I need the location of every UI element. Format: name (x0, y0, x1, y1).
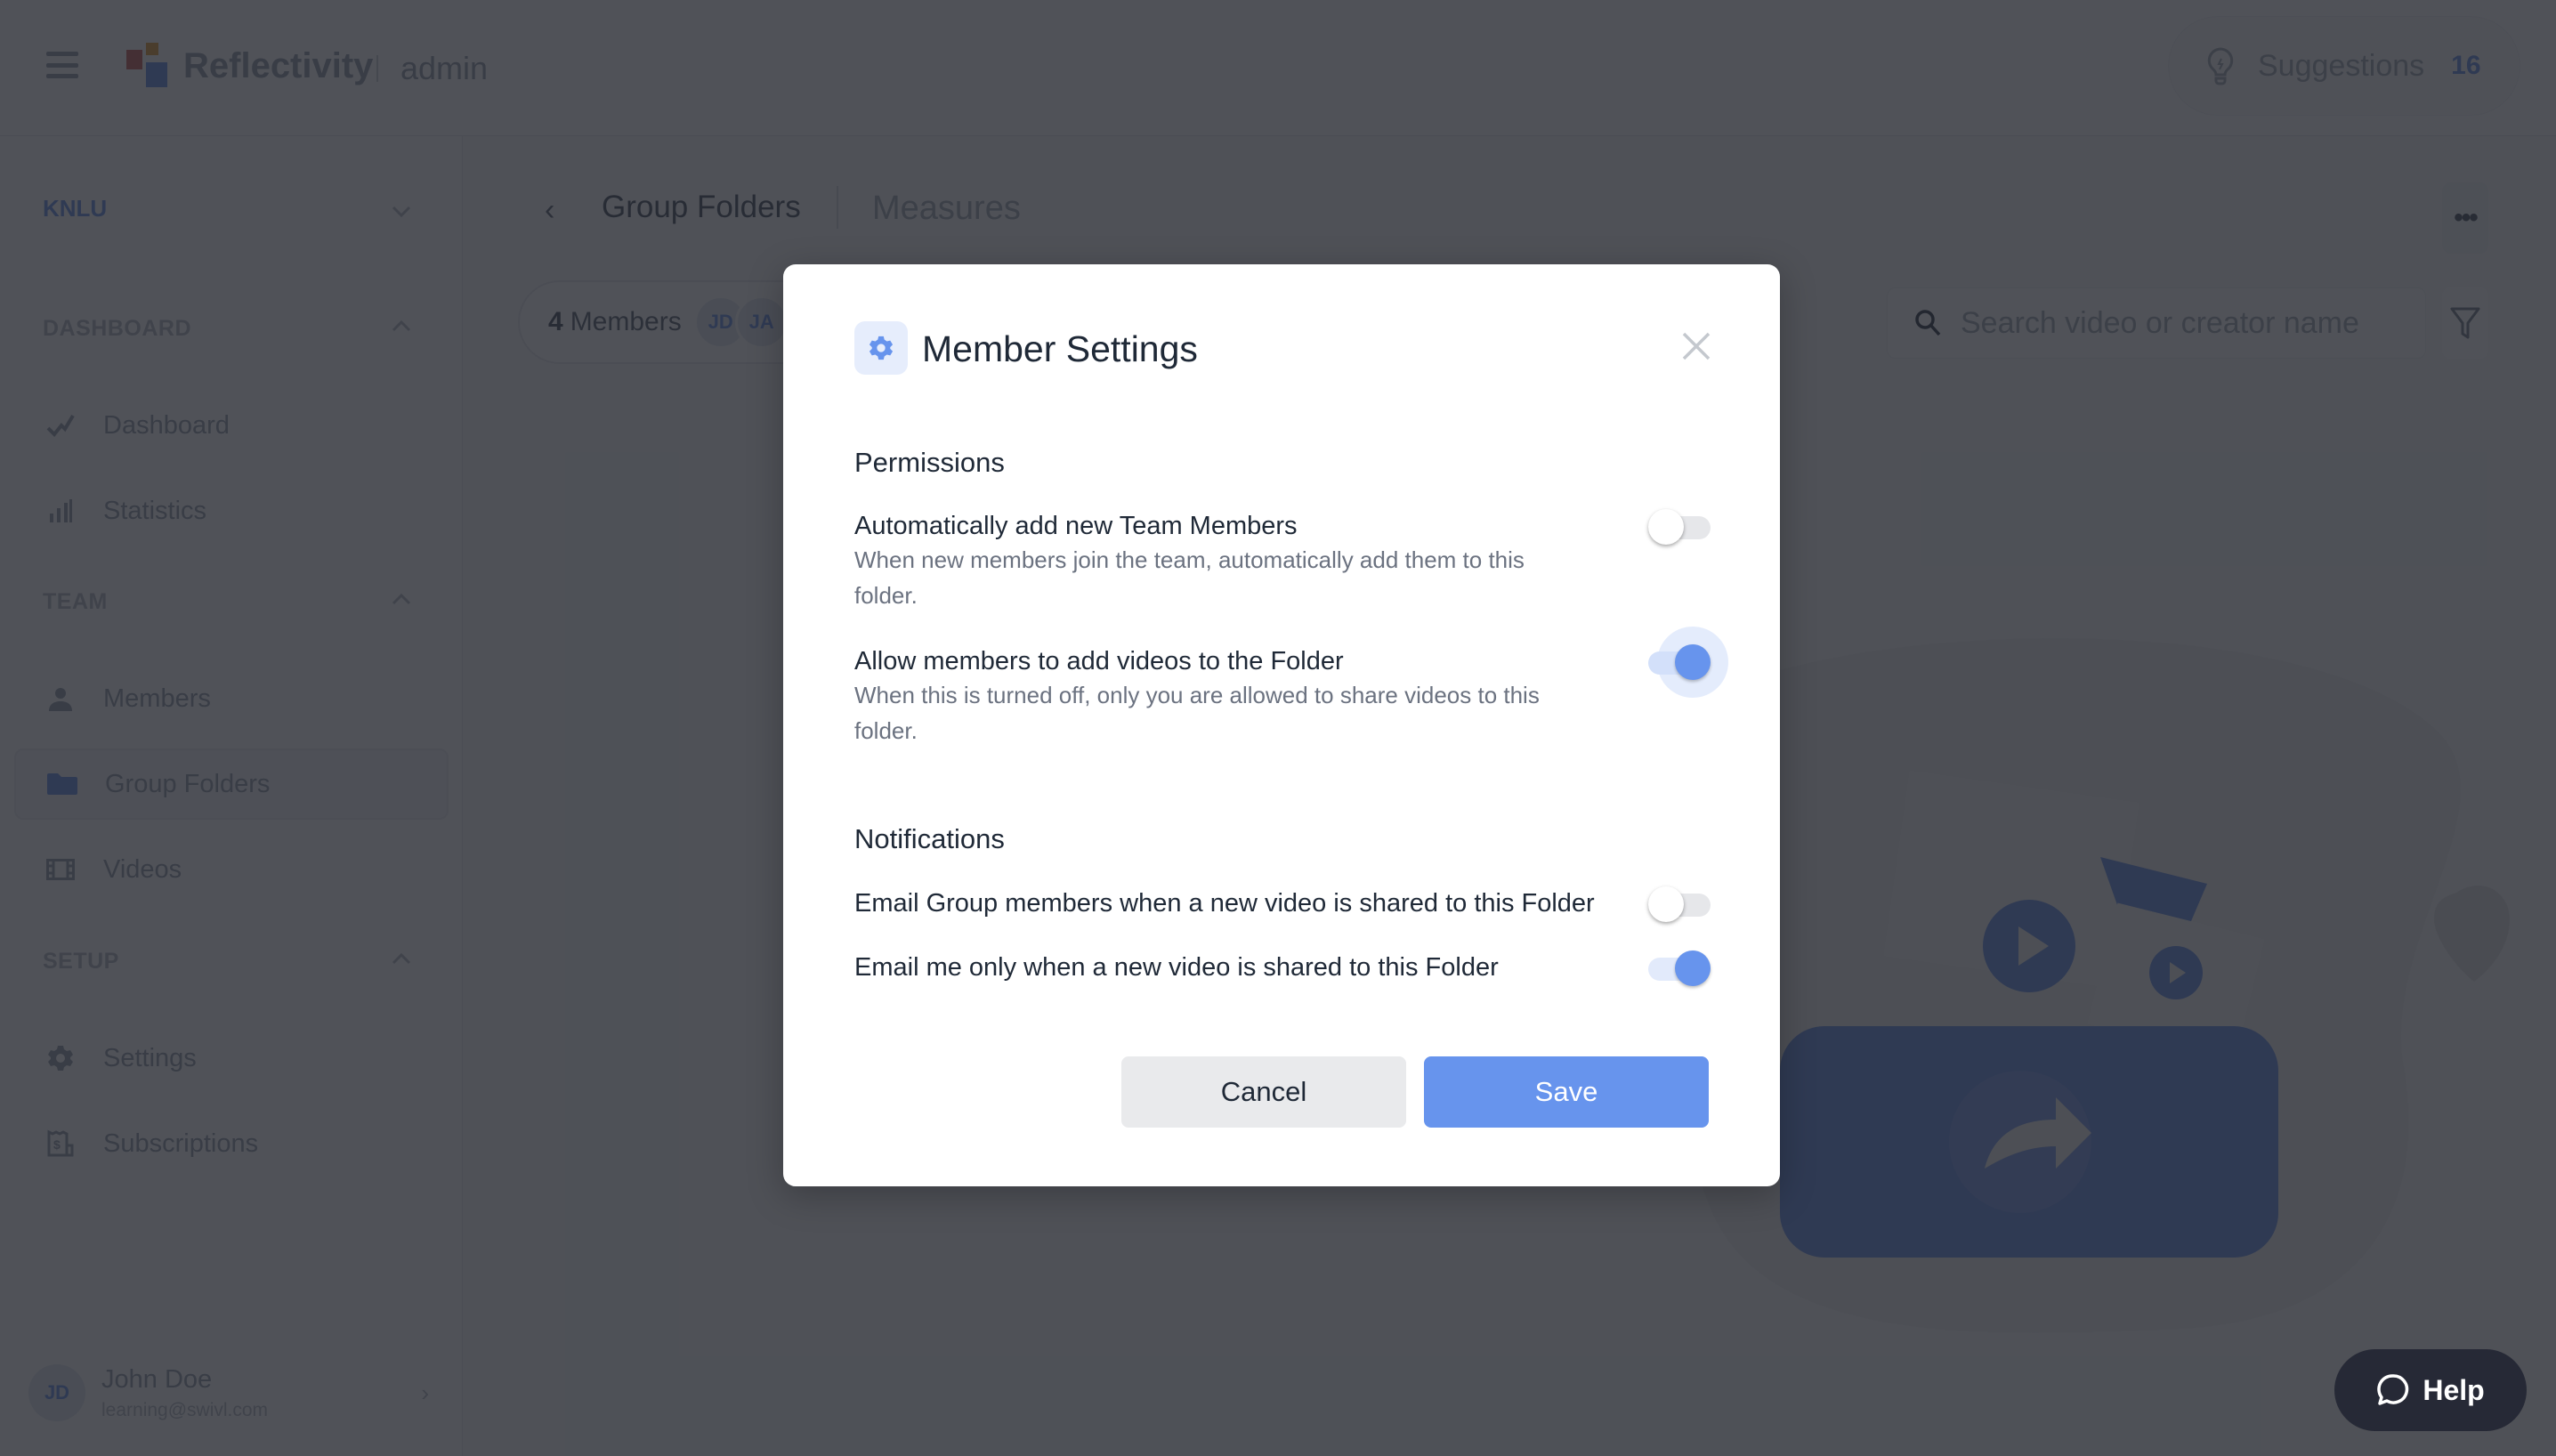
setting-title: Email Group members when a new video is … (854, 889, 1595, 918)
save-button[interactable]: Save (1424, 1056, 1709, 1128)
setting-title: Automatically add new Team Members (854, 512, 1298, 540)
setting-title: Allow members to add videos to the Folde… (854, 647, 1344, 675)
setting-description: When new members join the team, automati… (854, 546, 1525, 609)
chat-bubble-icon (2377, 1374, 2409, 1405)
auto-add-members-toggle[interactable] (1648, 509, 1711, 545)
cancel-button[interactable]: Cancel (1121, 1056, 1406, 1128)
settings-gear-icon (854, 321, 908, 375)
email-me-only-toggle[interactable] (1648, 950, 1711, 986)
help-label: Help (2423, 1373, 2485, 1406)
setting-title: Email me only when a new video is shared… (854, 953, 1499, 982)
setting-description: When this is turned off, only you are al… (854, 682, 1540, 744)
notifications-heading: Notifications (854, 823, 1005, 854)
close-icon[interactable] (1678, 328, 1714, 364)
help-button[interactable]: Help (2334, 1349, 2527, 1431)
permissions-heading: Permissions (854, 447, 1005, 478)
email-group-members-toggle[interactable] (1648, 886, 1711, 922)
dialog-title: Member Settings (922, 328, 1198, 369)
member-settings-dialog: Member Settings Permissions Automaticall… (783, 264, 1780, 1186)
allow-members-add-videos-toggle[interactable] (1648, 627, 1728, 698)
